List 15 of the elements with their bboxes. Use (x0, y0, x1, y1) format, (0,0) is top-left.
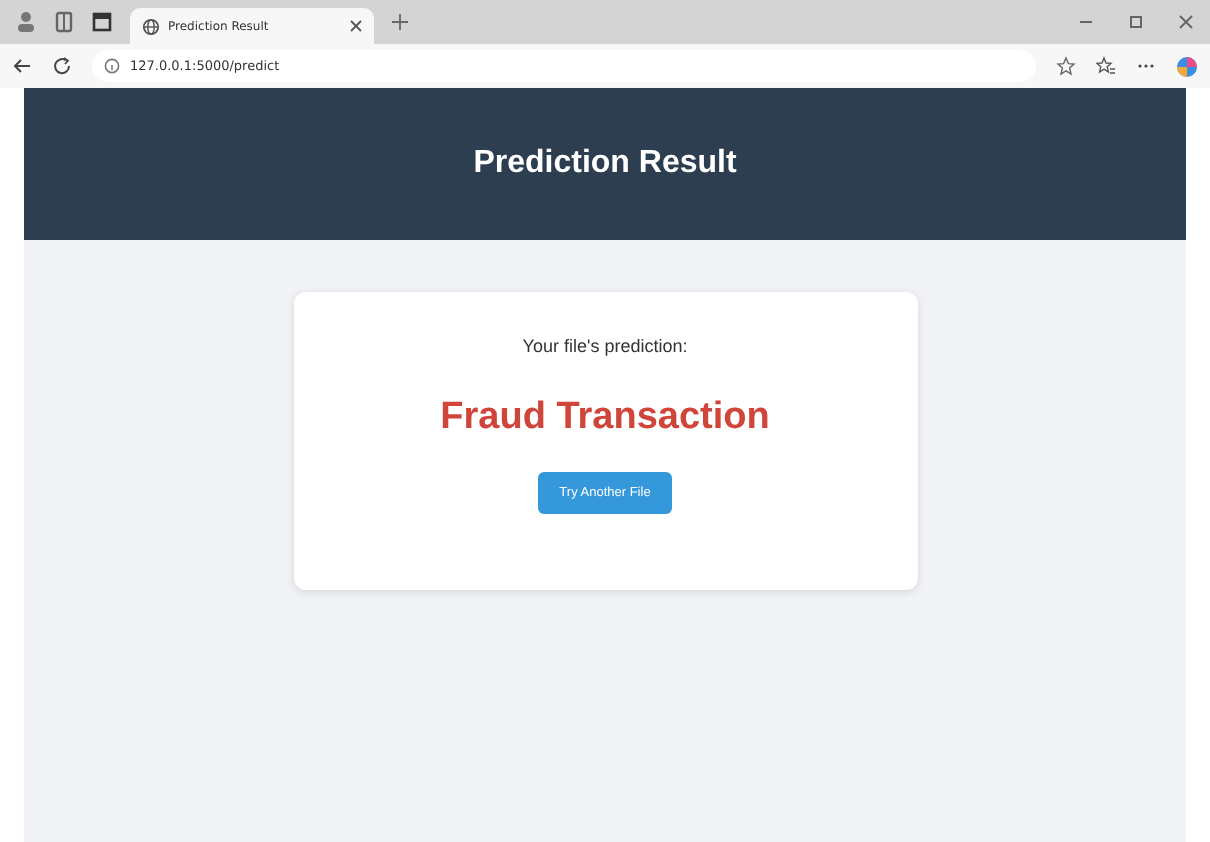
prediction-result: Fraud Transaction (440, 396, 770, 440)
close-icon[interactable] (1178, 14, 1194, 30)
more-icon[interactable] (1136, 62, 1156, 70)
back-icon[interactable] (12, 56, 32, 76)
refresh-icon[interactable] (52, 56, 72, 76)
favorites-icon[interactable] (1096, 56, 1116, 76)
prediction-label: Your file's prediction: (522, 336, 688, 356)
profile-icon[interactable] (16, 10, 36, 34)
star-icon[interactable] (1056, 56, 1076, 76)
maximize-icon[interactable] (1128, 14, 1144, 30)
globe-icon (142, 17, 160, 35)
page-title: Prediction Result (473, 146, 737, 182)
info-icon (104, 58, 120, 74)
close-icon[interactable] (350, 20, 362, 32)
new-tab-icon[interactable] (392, 14, 408, 30)
